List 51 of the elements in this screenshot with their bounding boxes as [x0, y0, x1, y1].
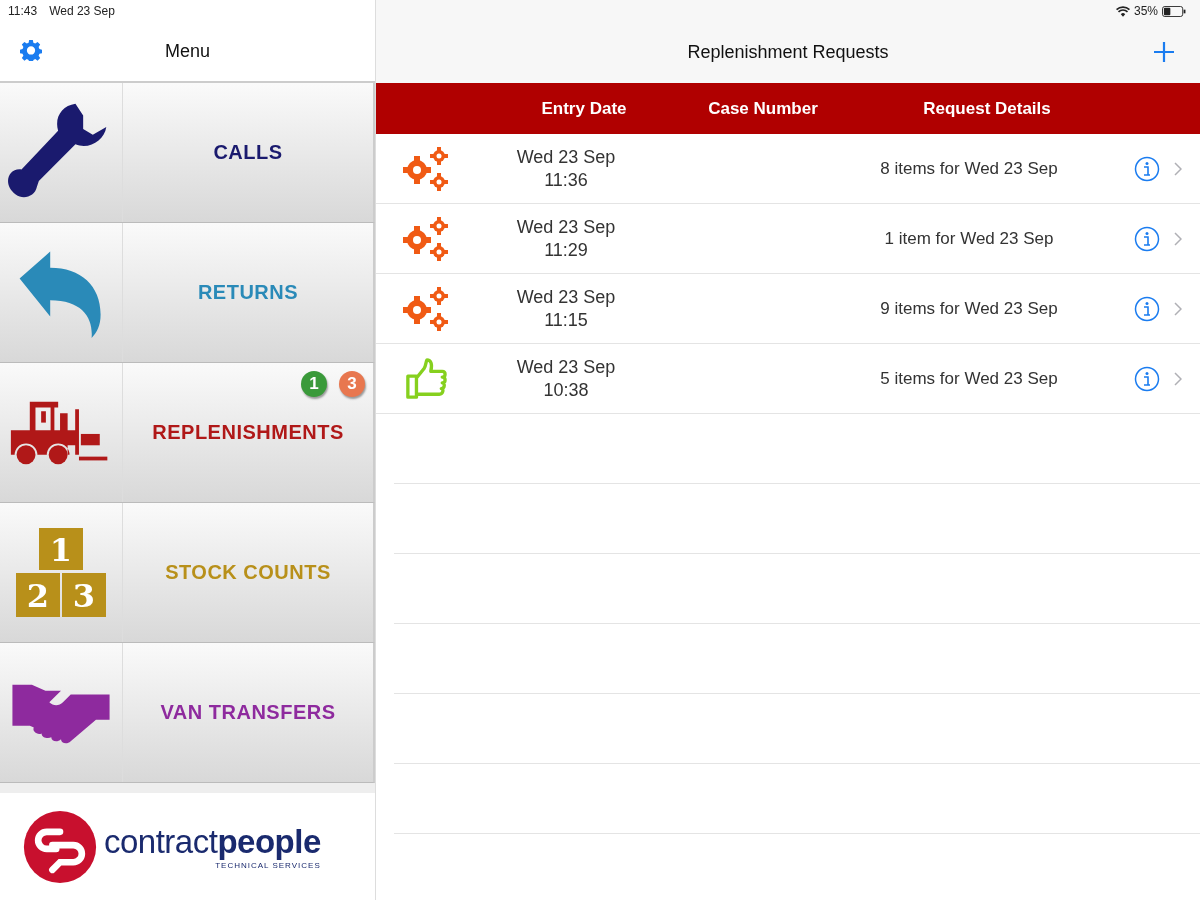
chevron-icon — [1174, 301, 1182, 316]
logo-tagline: TECHNICAL SERVICES — [215, 861, 321, 870]
entry-time: 11:36 — [544, 168, 588, 192]
gears-icon — [401, 285, 451, 332]
menu-label: RETURNS — [197, 281, 299, 304]
battery-icon — [1162, 5, 1186, 17]
add-icon[interactable] — [1154, 42, 1174, 62]
menu-item[interactable]: VAN TRANSFERS — [0, 643, 375, 783]
column-header: Entry Date — [540, 98, 628, 119]
request-details: 9 items for Wed 23 Sep — [879, 298, 1059, 319]
entry-date: Wed 23 Sep — [516, 145, 616, 169]
info-icon[interactable] — [1134, 295, 1160, 322]
chevron-icon — [1174, 371, 1182, 386]
menu-label: STOCK COUNTS — [165, 561, 331, 584]
count-badge: 1 — [301, 371, 327, 397]
entry-time: 11:15 — [544, 308, 588, 332]
gears-icon — [401, 145, 451, 192]
status-date: Wed 23 Sep — [49, 4, 115, 18]
wifi-icon — [1115, 5, 1130, 17]
page-title: Replenishment Requests — [687, 42, 889, 63]
status-time: 11:43 — [8, 4, 38, 18]
settings-icon[interactable] — [20, 39, 42, 61]
menu-item[interactable]: 1 2 3 STOCK COUNTS — [0, 503, 375, 643]
entry-date: Wed 23 Sep — [516, 215, 616, 239]
chevron-icon — [1174, 161, 1182, 176]
request-details: 8 items for Wed 23 Sep — [879, 158, 1059, 179]
request-details: 5 items for Wed 23 Sep — [879, 368, 1059, 389]
menu-item[interactable]: CALLS — [0, 83, 375, 223]
menu-label: CALLS — [213, 141, 283, 164]
battery-percent: 35% — [1133, 4, 1158, 18]
entry-time: 11:29 — [544, 238, 588, 262]
column-header: Request Details — [922, 98, 1052, 119]
menu-item[interactable]: REPLENISHMENTS 1 3 — [0, 363, 375, 503]
gears-icon — [401, 215, 451, 262]
entry-date: Wed 23 Sep — [516, 355, 616, 379]
entry-time: 10:38 — [543, 378, 589, 402]
info-icon[interactable] — [1134, 365, 1160, 392]
column-header: Case Number — [707, 98, 819, 119]
thumbs-up-icon — [405, 356, 447, 401]
info-icon[interactable] — [1134, 225, 1160, 252]
logo-icon — [22, 808, 98, 885]
menu-title: Menu — [164, 41, 211, 62]
request-details: 1 item for Wed 23 Sep — [883, 228, 1055, 249]
menu-label: VAN TRANSFERS — [160, 701, 336, 724]
chevron-icon — [1174, 231, 1182, 246]
count-badge: 3 — [339, 371, 365, 397]
menu-label: REPLENISHMENTS — [152, 421, 344, 444]
menu-item[interactable]: RETURNS — [0, 223, 375, 363]
logo-name: contractpeople — [104, 823, 321, 861]
info-icon[interactable] — [1134, 155, 1160, 182]
entry-date: Wed 23 Sep — [516, 285, 616, 309]
